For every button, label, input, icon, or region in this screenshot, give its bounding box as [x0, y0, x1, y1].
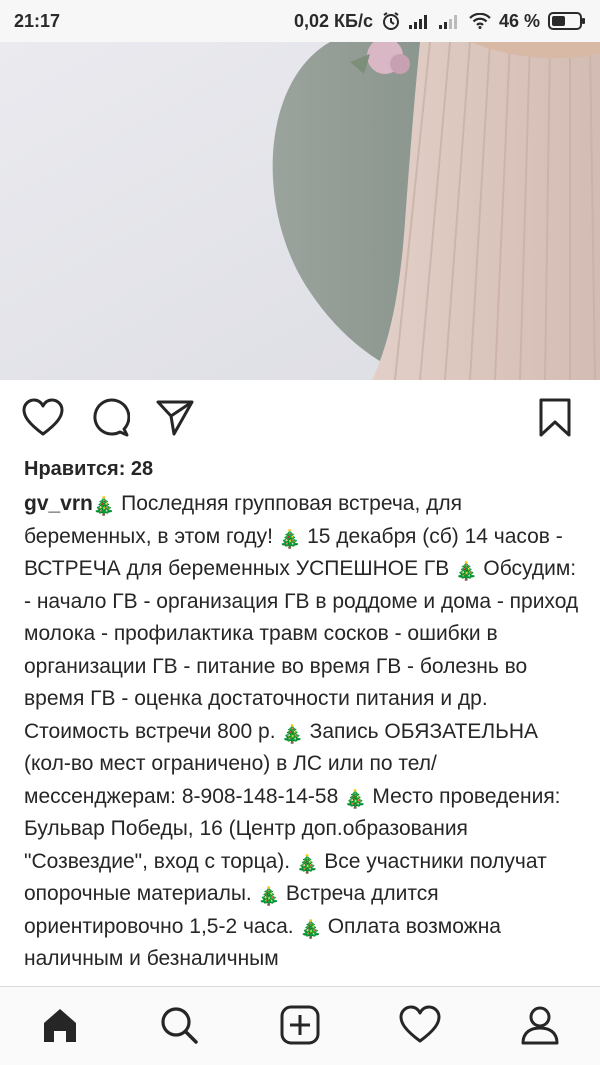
alarm-icon — [381, 11, 401, 31]
search-icon — [159, 1005, 199, 1050]
signal-weak-icon — [438, 13, 461, 29]
nav-profile[interactable] — [518, 1005, 562, 1049]
like-button[interactable] — [22, 398, 64, 443]
comment-button[interactable] — [90, 398, 131, 443]
nav-search[interactable] — [157, 1005, 201, 1049]
add-post-icon — [280, 1005, 320, 1050]
signal-icon — [408, 13, 431, 29]
nav-home[interactable] — [38, 1005, 82, 1049]
christmas-tree-icon: 🎄 — [295, 853, 319, 874]
profile-icon — [520, 1005, 560, 1050]
status-bar: 21:17 0,02 КБ/с 46 % — [0, 0, 600, 42]
share-button[interactable] — [155, 398, 195, 443]
nav-activity[interactable] — [398, 1005, 442, 1049]
wifi-icon — [469, 13, 491, 29]
post-caption: gv_vrn🎄 Последняя групповая встреча, для… — [24, 488, 584, 976]
christmas-tree-icon: 🎄 — [344, 788, 367, 809]
status-right: 0,02 КБ/с 46 % — [294, 11, 586, 32]
battery-icon — [548, 12, 586, 30]
pregnant-belly-photo — [0, 42, 600, 380]
nav-add-post[interactable] — [278, 1005, 322, 1049]
bottom-nav — [0, 986, 600, 1065]
likes-count[interactable]: Нравится: 28 — [24, 458, 153, 481]
comment-icon — [90, 398, 131, 443]
home-icon — [40, 1005, 80, 1050]
battery-percent: 46 % — [498, 10, 540, 31]
status-time: 21:17 — [14, 10, 61, 31]
activity-heart-icon — [399, 1005, 441, 1050]
share-icon — [155, 398, 195, 443]
caption-text-3: Обсудим: - начало ГВ - организация ГВ в … — [24, 557, 579, 743]
heart-icon — [22, 398, 64, 443]
caption-username[interactable]: gv_vrn — [24, 492, 93, 515]
network-speed: 0,02 КБ/с — [293, 10, 373, 31]
post-actions — [0, 390, 600, 450]
christmas-tree-icon: 🎄 — [278, 528, 302, 549]
save-button[interactable] — [538, 398, 572, 443]
christmas-tree-icon: 🎄 — [92, 496, 116, 516]
bookmark-icon — [538, 398, 572, 443]
christmas-tree-icon: 🎄 — [281, 723, 304, 744]
christmas-tree-icon: 🎄 — [299, 918, 322, 939]
christmas-tree-icon: 🎄 — [455, 561, 478, 581]
christmas-tree-icon: 🎄 — [257, 886, 281, 906]
post-photo[interactable] — [0, 42, 600, 380]
